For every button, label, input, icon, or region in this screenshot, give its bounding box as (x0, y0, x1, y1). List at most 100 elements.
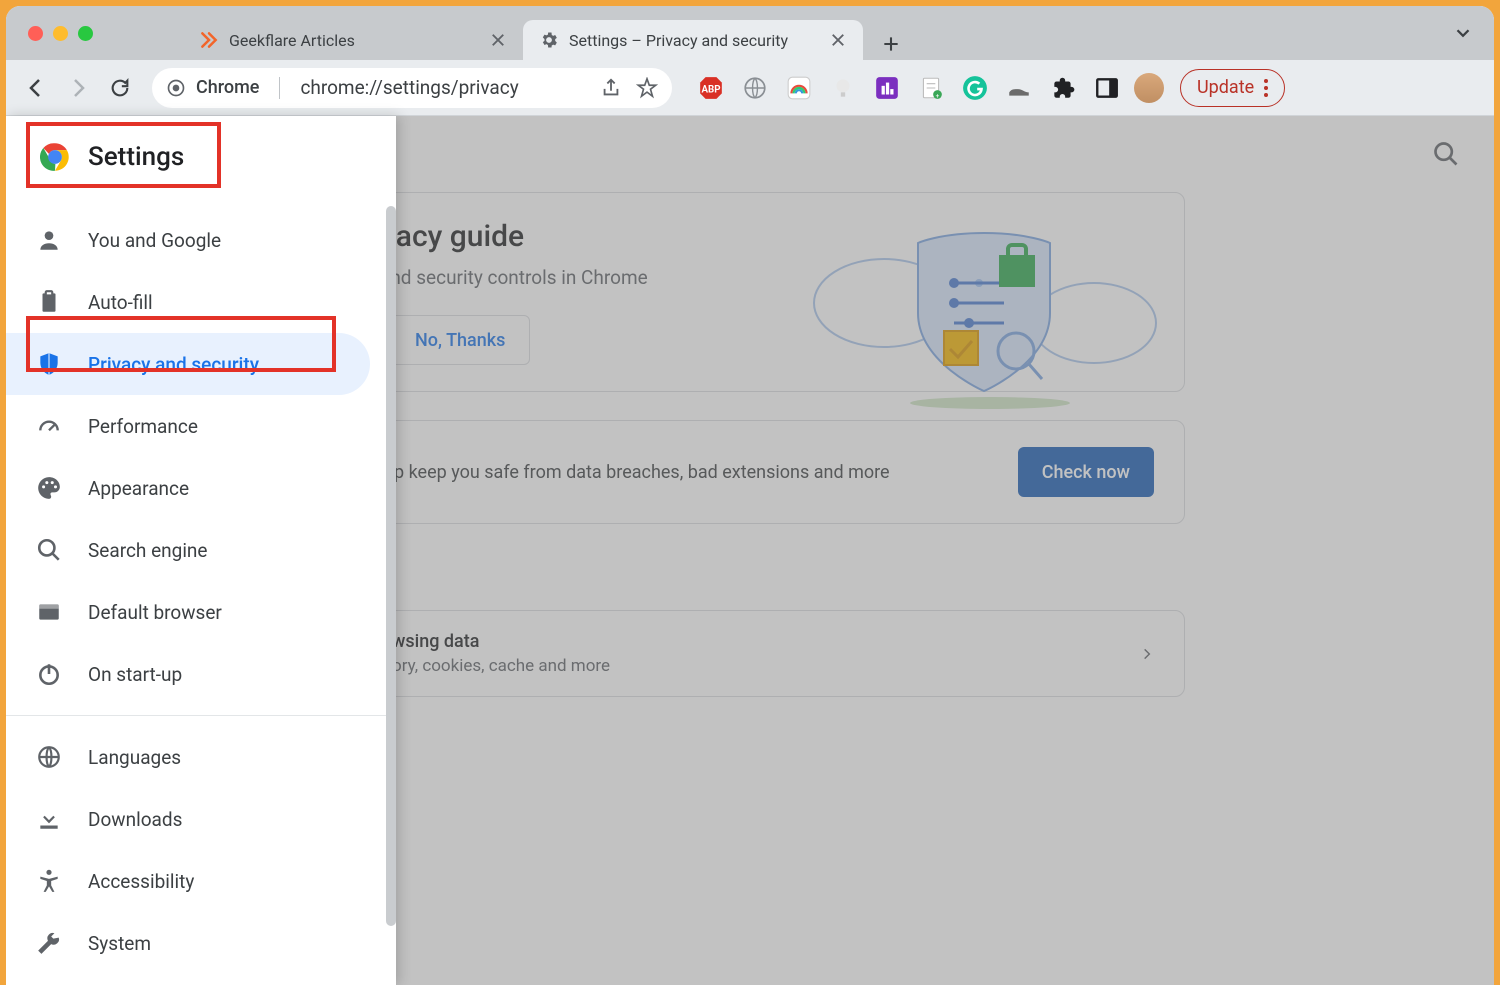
tab-settings[interactable]: Settings – Privacy and security (523, 20, 863, 60)
close-window-button[interactable] (28, 26, 43, 41)
section-title: ity (315, 552, 1185, 610)
omnibox[interactable]: Chrome chrome://settings/privacy (152, 68, 672, 108)
share-icon[interactable] (600, 77, 622, 99)
rainbow-ext-icon[interactable] (786, 75, 812, 101)
search-icon (36, 537, 62, 563)
tab-geekflare[interactable]: Geekflare Articles (183, 20, 523, 60)
sidebar-item-label: Privacy and security (88, 353, 259, 376)
safety-check-card: an help keep you safe from data breaches… (315, 420, 1185, 524)
privacy-guide-card: privacy guide acy and security controls … (315, 192, 1185, 392)
tab-title: Settings – Privacy and security (569, 31, 819, 50)
geekflare-icon (199, 30, 219, 50)
sidebar-divider (6, 715, 396, 716)
url-text: chrome://settings/privacy (300, 76, 590, 99)
sidebar-item-appearance[interactable]: Appearance (6, 457, 370, 519)
sidebar-title: Settings (88, 142, 184, 172)
toolbar: Chrome chrome://settings/privacy ABP + (6, 60, 1494, 116)
search-icon[interactable] (1432, 140, 1460, 168)
omnibox-actions (600, 77, 658, 99)
tabs-container: Geekflare Articles Settings – Privacy an… (183, 6, 907, 60)
safety-text: an help keep you safe from data breaches… (346, 462, 998, 483)
adblock-icon[interactable]: ABP (698, 75, 724, 101)
purple-ext-icon[interactable] (874, 75, 900, 101)
forward-button[interactable] (60, 70, 96, 106)
browser-window: Geekflare Articles Settings – Privacy an… (6, 6, 1494, 985)
maximize-window-button[interactable] (78, 26, 93, 41)
window-controls (28, 26, 93, 41)
chrome-icon (166, 78, 186, 98)
shoe-ext-icon[interactable] (1006, 75, 1032, 101)
svg-text:+: + (936, 91, 940, 99)
person-icon (36, 227, 62, 253)
sidebar-item-label: On start-up (88, 663, 182, 686)
sidebar-item-downloads[interactable]: Downloads (6, 788, 370, 850)
sidebar-item-label: You and Google (88, 229, 221, 252)
menu-dots-icon (1264, 79, 1268, 97)
sidebar-item-label: Downloads (88, 808, 182, 831)
sidebar-item-startup[interactable]: On start-up (6, 643, 370, 705)
chrome-logo-icon (40, 142, 70, 172)
sidebar-item-label: Languages (88, 746, 181, 769)
clear-browsing-data-item[interactable]: wsing data ory, cookies, cache and more (316, 611, 1184, 696)
content-area: privacy guide acy and security controls … (6, 116, 1494, 985)
sidebar-item-label: Performance (88, 415, 198, 438)
power-icon (36, 661, 62, 687)
extensions-row: ABP + (698, 75, 1120, 101)
check-now-button[interactable]: Check now (1018, 447, 1154, 497)
omnibox-divider (279, 77, 280, 99)
bulb-ext-icon[interactable] (830, 75, 856, 101)
reload-button[interactable] (102, 70, 138, 106)
update-button[interactable]: Update (1180, 69, 1285, 107)
sidebar-item-languages[interactable]: Languages (6, 726, 370, 788)
sidebar-item-search-engine[interactable]: Search engine (6, 519, 370, 581)
item-title: wsing data (392, 631, 610, 652)
browser-icon (36, 599, 62, 625)
note-ext-icon[interactable]: + (918, 75, 944, 101)
minimize-window-button[interactable] (53, 26, 68, 41)
item-subtitle: ory, cookies, cache and more (392, 656, 610, 676)
close-tab-icon[interactable] (829, 31, 847, 49)
update-label: Update (1197, 77, 1254, 98)
tab-overflow-button[interactable] (1452, 22, 1474, 44)
sidebar-item-default-browser[interactable]: Default browser (6, 581, 370, 643)
accessibility-icon (36, 868, 62, 894)
palette-icon (36, 475, 62, 501)
profile-avatar[interactable] (1134, 73, 1164, 103)
no-thanks-button[interactable]: No, Thanks (390, 315, 530, 365)
sidebar-item-accessibility[interactable]: Accessibility (6, 850, 370, 912)
shield-icon (36, 351, 62, 377)
sidebar-item-autofill[interactable]: Auto-fill (6, 271, 370, 333)
globe-ext-icon[interactable] (742, 75, 768, 101)
svg-text:ABP: ABP (701, 84, 720, 95)
wrench-icon (36, 930, 62, 956)
download-icon (36, 806, 62, 832)
new-tab-button[interactable] (875, 28, 907, 60)
speed-icon (36, 413, 62, 439)
sidebar-item-label: System (88, 932, 151, 955)
sidebar-item-you-and-google[interactable]: You and Google (6, 209, 370, 271)
privacy-list: wsing data ory, cookies, cache and more (315, 610, 1185, 697)
sidebar-item-privacy[interactable]: Privacy and security (6, 333, 370, 395)
settings-sidebar: Settings You and Google Auto-fill Privac… (6, 116, 396, 985)
close-tab-icon[interactable] (489, 31, 507, 49)
sidebar-item-performance[interactable]: Performance (6, 395, 370, 457)
guide-illustration (804, 203, 1164, 423)
sidebar-item-label: Search engine (88, 539, 208, 562)
back-button[interactable] (18, 70, 54, 106)
sidebar-scrollbar[interactable] (386, 206, 396, 926)
bookmark-star-icon[interactable] (636, 77, 658, 99)
url-scheme: Chrome (196, 77, 259, 98)
clipboard-icon (36, 289, 62, 315)
sidebar-item-label: Appearance (88, 477, 189, 500)
sidebar-item-label: Accessibility (88, 870, 194, 893)
chevron-right-icon (1140, 647, 1154, 661)
globe-icon (36, 744, 62, 770)
sidepanel-icon[interactable] (1094, 75, 1120, 101)
sidebar-items: You and Google Auto-fill Privacy and sec… (6, 199, 396, 984)
sidebar-item-label: Default browser (88, 601, 222, 624)
extensions-puzzle-icon[interactable] (1050, 75, 1076, 101)
tab-title: Geekflare Articles (229, 31, 479, 50)
grammarly-icon[interactable] (962, 75, 988, 101)
sidebar-item-system[interactable]: System (6, 912, 370, 974)
sidebar-header: Settings (6, 116, 396, 199)
